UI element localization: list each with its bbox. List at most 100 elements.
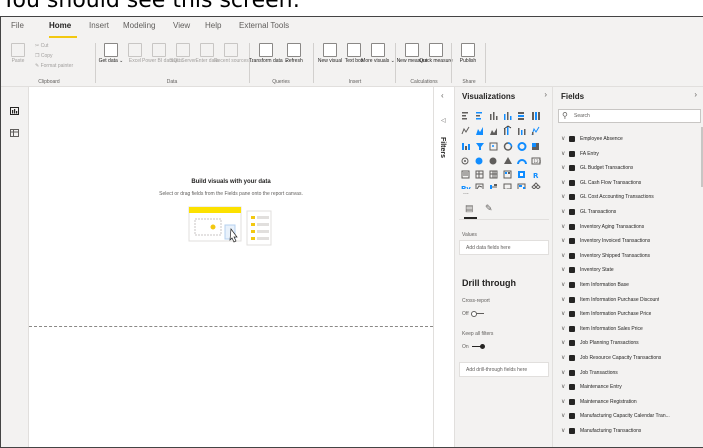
more-visuals-ellipsis[interactable]: ...	[463, 189, 469, 196]
collapse-visualizations-chevron-icon[interactable]: ›	[544, 90, 547, 99]
expand-chevron-icon[interactable]: ∨	[561, 310, 565, 317]
expand-chevron-icon[interactable]: ∨	[561, 208, 565, 215]
keep-filters-toggle[interactable]: On	[462, 344, 486, 350]
field-table-item[interactable]: ∨ Employee Absence	[553, 133, 703, 146]
share-group-label: Share	[462, 79, 476, 85]
format-painter-button[interactable]: ✎ Format painter	[35, 63, 73, 69]
data-view-icon[interactable]	[10, 129, 19, 137]
cross-report-toggle[interactable]: Off	[462, 311, 484, 318]
menu-file[interactable]: File	[11, 21, 24, 30]
expand-chevron-icon[interactable]: ∨	[561, 281, 565, 288]
field-table-item[interactable]: ∨ Item Information Purchase Price	[553, 308, 703, 321]
field-table-item[interactable]: ∨ Job Transactions	[553, 367, 703, 380]
field-table-item[interactable]: ∨ Job Resource Capacity Transactions	[553, 352, 703, 365]
report-canvas[interactable]: Build visuals with your data Select or d…	[29, 87, 433, 447]
field-table-item[interactable]: ∨ Job Planning Transactions	[553, 337, 703, 350]
expand-chevron-icon[interactable]: ∨	[561, 398, 565, 405]
format-tab-icon[interactable]: ✎	[485, 203, 493, 214]
expand-chevron-icon[interactable]: ∨	[561, 354, 565, 361]
menu-modeling[interactable]: Modeling	[123, 21, 155, 30]
expand-chevron-icon[interactable]: ∨	[561, 266, 565, 273]
expand-chevron-icon[interactable]: ∨	[561, 179, 565, 186]
drill-through-well[interactable]: Add drill-through fields here	[459, 362, 549, 377]
expand-chevron-icon[interactable]: ∨	[561, 135, 565, 142]
field-table-item[interactable]: ∨ Maintenance Registration	[553, 396, 703, 409]
field-table-item[interactable]: ∨ Item Information Sales Price	[553, 323, 703, 336]
expand-chevron-icon[interactable]: ∨	[561, 193, 565, 200]
field-table-item[interactable]: ∨ Inventory Invoiced Transactions	[553, 235, 703, 248]
field-table-item[interactable]: ∨ Manufacturing Transactions	[553, 425, 703, 438]
publish-icon	[461, 43, 475, 57]
transform-icon	[259, 43, 273, 57]
table-icon	[569, 340, 575, 347]
field-table-item[interactable]: ∨ Inventory Shipped Transactions	[553, 250, 703, 263]
field-table-item[interactable]: ∨ Inventory Aging Transactions	[553, 221, 703, 234]
expand-chevron-icon[interactable]: ∨	[561, 383, 565, 390]
menu-external-tools[interactable]: External Tools	[239, 21, 289, 30]
collapse-fields-chevron-icon[interactable]: ›	[694, 90, 697, 99]
caption-text: You should see this screen:	[2, 0, 300, 13]
expand-chevron-icon[interactable]: ∨	[561, 164, 565, 171]
calculator-icon	[405, 43, 419, 57]
keep-filters-state: On	[462, 344, 469, 350]
field-table-item[interactable]: ∨ Manufacturing Capacity Calendar Tran...	[553, 410, 703, 423]
expand-chevron-icon[interactable]: ∨	[561, 412, 565, 419]
field-table-item[interactable]: ∨ GL Transactions	[553, 206, 703, 219]
expand-chevron-icon[interactable]: ∨	[561, 427, 565, 434]
menu-insert[interactable]: Insert	[89, 21, 109, 30]
fields-tab-icon[interactable]: ▤	[465, 203, 474, 214]
paste-button[interactable]: Paste	[5, 41, 31, 77]
menu-help[interactable]: Help	[205, 21, 221, 30]
field-table-item[interactable]: ∨ FA Entry	[553, 148, 703, 161]
canvas-subtitle: Select or drag fields from the Fields pa…	[159, 191, 303, 197]
quick-measure-button[interactable]: Quick measure	[419, 41, 453, 77]
expand-chevron-icon[interactable]: ∨	[561, 296, 565, 303]
fields-search-input[interactable]: ⚲ Search	[558, 109, 701, 123]
fields-pane: Fields › ⚲ Search ∨ Employee Absence ∨ FA E…	[553, 87, 703, 447]
values-well[interactable]: Add data fields here	[459, 240, 549, 255]
cross-report-label: Cross-report	[462, 298, 490, 304]
field-table-item[interactable]: ∨ Maintenance Entry	[553, 381, 703, 394]
field-table-name: Maintenance Entry	[580, 384, 622, 391]
visual-types-gallery[interactable]: 123 R Py	[461, 111, 549, 189]
field-table-name: Manufacturing Transactions	[580, 428, 642, 434]
toggle-on-icon	[472, 344, 486, 350]
expand-chevron-icon[interactable]: ∨	[561, 223, 565, 230]
menu-home[interactable]: Home	[49, 21, 71, 30]
menu-view[interactable]: View	[173, 21, 190, 30]
expand-chevron-icon[interactable]: ∨	[561, 339, 565, 346]
field-table-item[interactable]: ∨ Item Information Purchase Discount	[553, 294, 703, 307]
paste-icon	[11, 43, 25, 57]
powerbi-window: File Home Insert Modeling View Help Exte…	[0, 16, 703, 448]
toggle-off-icon	[470, 311, 484, 318]
table-icon	[569, 355, 575, 361]
more-visuals-button[interactable]: More visuals ⌄	[361, 41, 395, 77]
table-icon	[200, 43, 214, 57]
expand-chevron-icon[interactable]: ∨	[561, 325, 565, 332]
field-table-item[interactable]: ∨ GL Budget Transactions	[553, 162, 703, 175]
menu-bar: File Home Insert Modeling View Help Exte…	[1, 17, 703, 39]
report-view-icon[interactable]	[10, 107, 19, 115]
viz-tabs: ▤ ✎	[459, 200, 549, 220]
field-table-item[interactable]: ∨ Item Information Base	[553, 279, 703, 292]
publish-button[interactable]: Publish	[455, 41, 481, 77]
refresh-button[interactable]: Refresh	[281, 41, 307, 77]
field-table-name: Item Information Purchase Discount	[580, 296, 660, 303]
expand-chevron-icon[interactable]: ∨	[561, 369, 565, 376]
transform-data-button[interactable]: Transform data ⌄	[249, 41, 288, 77]
expand-chevron-icon[interactable]: ∨	[561, 237, 565, 244]
recent-sources-button[interactable]: Recent sources ⌄	[214, 41, 254, 77]
copy-button[interactable]: ❐ Copy	[35, 53, 53, 59]
field-table-name: Inventory Shipped Transactions	[580, 252, 651, 259]
field-table-item[interactable]: ∨ GL Cost Accounting Transactions	[553, 191, 703, 204]
filters-pane[interactable]: ‹ ◁ Filters	[433, 87, 455, 447]
cut-button[interactable]: ✂ Cut	[35, 43, 48, 49]
calculations-group: New measure Quick measure Calculations	[397, 39, 453, 87]
drill-through-title: Drill through	[462, 278, 516, 288]
expand-filters-chevron-icon[interactable]: ‹	[441, 91, 444, 100]
field-table-item[interactable]: ∨ Inventory State	[553, 264, 703, 277]
field-table-item[interactable]: ∨ GL Cash Flow Transactions	[553, 177, 703, 190]
visualizations-title: Visualizations	[462, 92, 516, 101]
expand-chevron-icon[interactable]: ∨	[561, 150, 565, 157]
expand-chevron-icon[interactable]: ∨	[561, 252, 565, 259]
